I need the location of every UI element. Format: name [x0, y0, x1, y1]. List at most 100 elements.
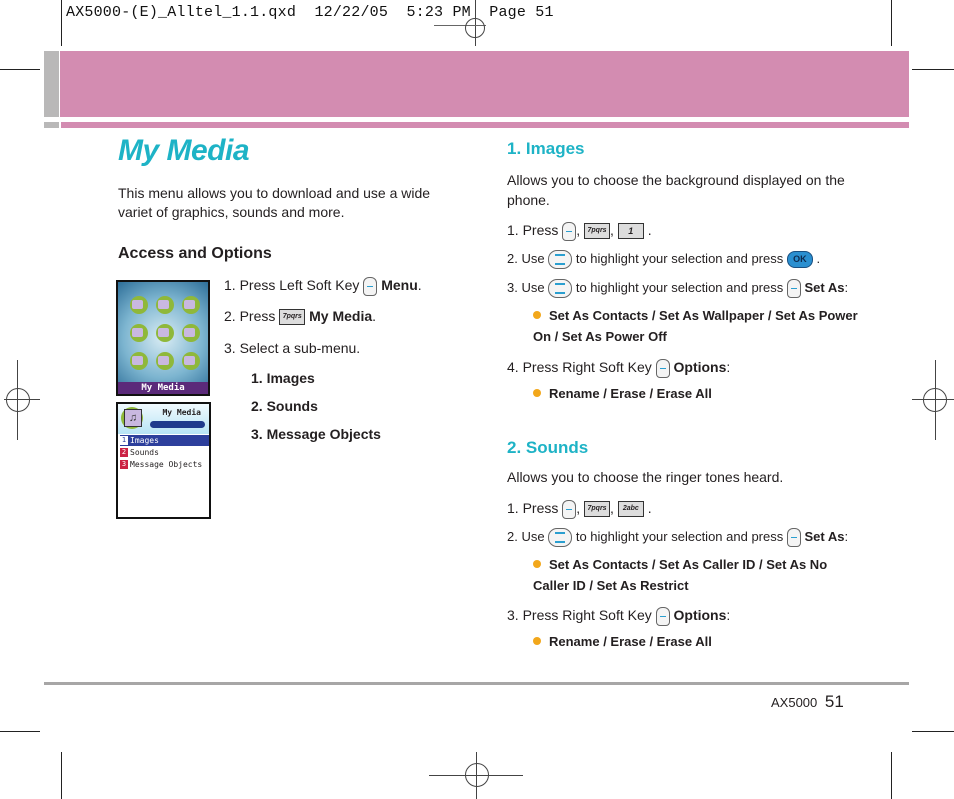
step-text: to highlight your selection and press: [575, 279, 784, 295]
screen-list-item: 1 Images: [120, 435, 209, 446]
menu-icon: [182, 296, 200, 314]
images-bullet-options: Rename / Erase / Erase All: [533, 383, 712, 404]
my-media-icon: [130, 352, 148, 370]
header-band-pink: [60, 51, 909, 117]
left-soft-key-icon: [562, 221, 577, 241]
sounds-description: Allows you to choose the ringer tones he…: [507, 469, 784, 485]
images-bullet-set-as: Set As Contacts / Set As Wallpaper / Set…: [533, 305, 863, 347]
step-text: 3. Use: [507, 279, 545, 295]
crop-mark: [912, 69, 954, 70]
step-bold: Options: [673, 359, 727, 375]
step-text: to highlight your selection and press: [575, 250, 784, 266]
header-band-gray: [44, 51, 59, 117]
access-step-1: 1. Press Left Soft Key Menu.: [224, 277, 422, 296]
left-soft-key-icon: [786, 528, 801, 547]
bullet-text: Rename / Erase / Erase All: [549, 386, 712, 401]
item-label: Message Objects: [130, 460, 203, 469]
key-7-icon: 7pqrs: [584, 501, 611, 518]
bullet-icon: [533, 311, 541, 319]
nav-key-up-down-icon: [548, 528, 573, 547]
crop-mark: [61, 0, 62, 46]
settings-icon: [182, 352, 200, 370]
header-rule-pink: [61, 122, 909, 128]
bullet-icon: [533, 560, 541, 568]
images-step-3: 3. Use to highlight your selection and p…: [507, 279, 848, 298]
screen-list-item: 3 Message Objects: [120, 459, 209, 470]
item-label: Sounds: [130, 448, 159, 457]
left-soft-key-icon: [562, 499, 577, 519]
images-heading: 1. Images: [507, 139, 585, 158]
item-number: 3: [120, 460, 128, 469]
header-rule-gray: [44, 122, 59, 128]
nav-key-icon: [548, 279, 573, 298]
step-bold: Options: [673, 607, 727, 623]
page-title: My Media: [118, 134, 250, 167]
images-step-4: 4. Press Right Soft Key Options:: [507, 357, 730, 378]
images-description: Allows you to choose the background disp…: [507, 172, 845, 208]
step-text: 4. Press Right Soft Key: [507, 359, 652, 375]
step-suffix: .: [372, 308, 377, 324]
step-text: 3. Press Right Soft Key: [507, 607, 652, 623]
bullet-text: Set As Contacts / Set As Wallpaper / Set…: [533, 308, 858, 344]
key-7-icon: 7pqrs: [584, 223, 611, 240]
item-number: 1: [120, 436, 128, 445]
crop-mark: [61, 752, 62, 799]
bullet-text: Set As Contacts / Set As Caller ID / Set…: [533, 557, 828, 593]
menu-icon: [182, 324, 200, 342]
scroll-indicator: [150, 421, 205, 428]
right-soft-key-icon: [655, 358, 670, 378]
step-text: 2. Press: [224, 308, 276, 324]
screen-title: My Media: [162, 408, 201, 417]
sounds-step-3: 3. Press Right Soft Key Options:: [507, 605, 730, 626]
left-soft-key-icon: [363, 277, 378, 296]
sounds-heading: 2. Sounds: [507, 438, 589, 457]
menu-icon-grid: [126, 292, 204, 376]
key-1-icon: 1: [617, 223, 644, 240]
submenu-item-sounds: 2. Sounds: [251, 398, 318, 414]
access-options-heading: Access and Options: [118, 245, 272, 262]
key-2-icon: 2abc: [617, 501, 644, 518]
access-step-3: 3. Select a sub-menu.: [224, 340, 361, 356]
step-bold: Menu: [381, 277, 418, 294]
crop-mark: [0, 69, 40, 70]
sounds-step-2: 2. Use to highlight your selection and p…: [507, 528, 848, 547]
music-note-icon: [121, 407, 143, 429]
sounds-step-1: 1. Press , 7pqrs, 2abc .: [507, 498, 652, 519]
ok-key-icon: OK: [786, 251, 813, 268]
menu-icon: [156, 296, 174, 314]
submenu-item-message-objects: 3. Message Objects: [251, 426, 381, 442]
step-text: 1. Press: [507, 500, 559, 516]
item-label: Images: [130, 436, 159, 445]
crop-mark: [0, 731, 40, 732]
footer-rule: [44, 682, 909, 685]
intro-text: This menu allows you to download and use…: [118, 185, 431, 220]
menu-icon: [130, 296, 148, 314]
screen-header: My Media: [118, 404, 209, 434]
phone-screen-my-media: My Media 1Images 2Sounds 3Message Object…: [116, 402, 211, 519]
sounds-bullet-set-as: Set As Contacts / Set As Caller ID / Set…: [533, 554, 863, 596]
images-step-2: 2. Use to highlight your selection and p…: [507, 250, 820, 269]
phone-screen-main-menu: My Media: [116, 280, 210, 396]
bullet-icon: [533, 637, 541, 645]
step-bold: My Media: [309, 308, 373, 324]
step-bold: Set As: [804, 528, 845, 544]
key-7-icon: 7pqrs: [279, 309, 306, 326]
step-text: 2. Use: [507, 250, 545, 266]
print-slug: AX5000-(E)_Alltel_1.1.qxd 12/22/05 5:23 …: [66, 4, 554, 21]
access-step-2: 2. Press 7pqrs My Media.: [224, 308, 377, 326]
menu-icon: [156, 324, 174, 342]
left-soft-key-icon: [786, 279, 801, 298]
sounds-bullet-options: Rename / Erase / Erase All: [533, 631, 712, 652]
step-text: 1. Press: [507, 222, 559, 238]
model-name: AX5000: [771, 695, 818, 710]
submenu-item-images: 1. Images: [251, 370, 315, 386]
crop-mark: [891, 752, 892, 799]
page-number: 51: [824, 692, 844, 711]
crop-mark: [912, 731, 954, 732]
screen-list-item: 2 Sounds: [120, 447, 209, 458]
item-number: 2: [120, 448, 128, 457]
crop-mark: [891, 0, 892, 46]
bullet-text: Rename / Erase / Erase All: [549, 634, 712, 649]
menu-icon: [156, 352, 174, 370]
step-bold: Set As: [804, 279, 845, 295]
